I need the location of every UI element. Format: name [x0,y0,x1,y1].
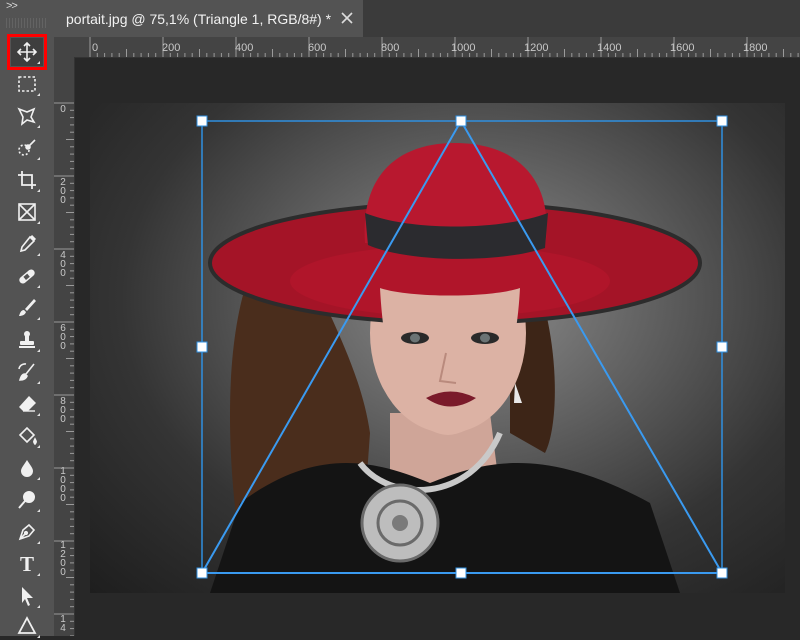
ruler-label: 1200 [524,42,549,54]
ruler-label: 200 [162,42,181,54]
ruler-label: 1200 [60,540,66,578]
ruler-label: 1000 [451,42,476,54]
eyedropper-tool[interactable] [11,230,43,258]
healing-tool[interactable] [11,262,43,290]
transform-handle-bottom-center[interactable] [455,567,467,579]
path-select-tool[interactable] [11,582,43,610]
ruler-label: 400 [235,42,254,54]
type-tool[interactable]: T [11,550,43,578]
rect-marquee-icon [18,76,36,92]
triangle-shape-icon [17,616,37,634]
ruler-label: 200 [60,177,66,206]
drop-icon [21,460,33,477]
stamp-tool[interactable] [11,326,43,354]
panel-grip[interactable] [6,18,48,28]
pen-icon [18,523,36,541]
ruler-label: 800 [381,42,400,54]
type-icon: T [19,551,34,576]
brush-icon [19,299,36,316]
transform-handle-top-center[interactable] [455,115,467,127]
dodge-tool[interactable] [11,486,43,514]
arrow-icon [22,587,33,606]
quick-selection-icon [18,139,36,156]
dodge-icon [18,491,35,509]
quick-select-tool[interactable] [11,134,43,162]
ruler-label: 600 [60,323,66,352]
crop-icon [18,171,36,189]
paint-bucket-tool[interactable] [11,422,43,450]
ruler-label: 14 [60,614,66,634]
document-tab-bar: portait.jpg @ 75,1% (Triangle 1, RGB/8#)… [54,0,800,37]
portrait-image[interactable] [90,103,785,593]
blur-tool[interactable] [11,454,43,482]
ruler-label: 0 [60,104,66,115]
horizontal-ruler[interactable]: 0 200 400 600 800 1000 1200 1400 1600 18… [74,37,800,58]
frame-icon [18,203,36,221]
polygonal-lasso-icon [17,107,36,126]
document-tab-title: portait.jpg @ 75,1% (Triangle 1, RGB/8#)… [66,10,332,27]
marquee-tool[interactable] [11,70,43,98]
collapse-panel-button[interactable]: >> [6,0,46,16]
lasso-tool[interactable] [11,102,43,130]
crop-tool[interactable] [11,166,43,194]
ruler-label: 1000 [60,466,66,504]
ruler-origin[interactable] [54,37,74,57]
vertical-ruler[interactable]: 0 200 400 600 800 1000 1200 14 [54,57,75,636]
ruler-label: 0 [92,42,99,54]
ruler-label: 800 [60,396,66,425]
bandage-icon [19,269,35,284]
eraser-tool[interactable] [11,390,43,418]
clone-stamp-icon [19,331,35,348]
tools-panel: >> T [0,0,55,638]
document-tab[interactable]: portait.jpg @ 75,1% (Triangle 1, RGB/8#)… [54,0,363,37]
move-icon [16,41,38,63]
transform-handle-top-right[interactable] [716,115,728,127]
eyedropper-icon [19,234,37,253]
history-brush-tool[interactable] [11,358,43,386]
brush-tool[interactable] [11,294,43,322]
transform-handle-top-left[interactable] [196,115,208,127]
ruler-label: 1400 [597,42,622,54]
move-tool[interactable] [7,34,47,70]
transform-handle-middle-left[interactable] [196,341,208,353]
transform-handle-bottom-left[interactable] [196,567,208,579]
ruler-label: 600 [308,42,327,54]
ruler-label: 1600 [670,42,695,54]
ruler-label: 1800 [743,42,768,54]
pen-tool[interactable] [11,518,43,546]
frame-tool[interactable] [11,198,43,226]
transform-handle-bottom-right[interactable] [716,567,728,579]
paint-bucket-icon [18,426,37,446]
ruler-label: 400 [60,250,66,279]
close-icon[interactable] [337,8,357,28]
history-brush-icon [18,363,35,381]
transform-handle-middle-right[interactable] [716,341,728,353]
eraser-icon [19,396,36,412]
